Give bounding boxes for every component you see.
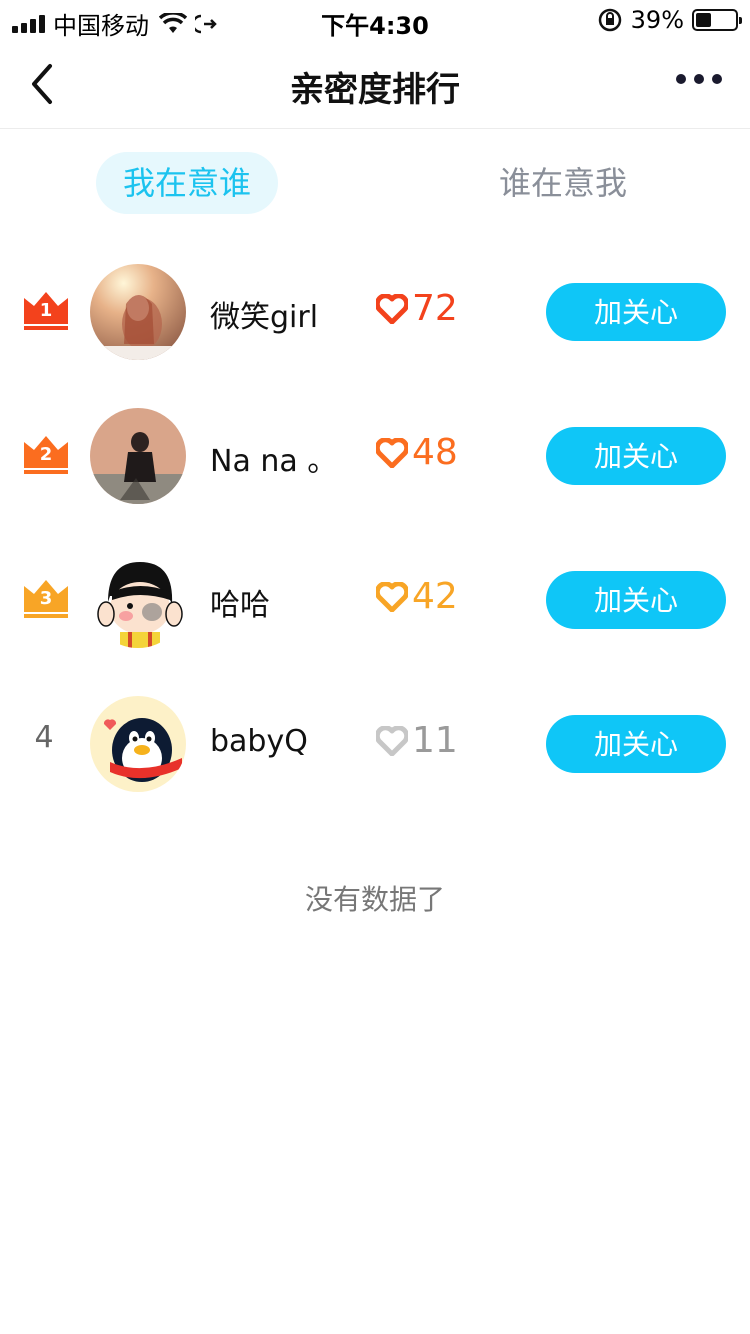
user-name: babyQ [210,724,308,759]
heart-icon [376,725,408,756]
nav-bar: 亲密度排行 [0,40,750,129]
page-title: 亲密度排行 [290,70,460,110]
user-name: 微笑girl [210,300,319,335]
list-item[interactable]: 2 Na na 。 48 加关心 [0,384,750,528]
score-value: 42 [412,576,458,617]
rank-number: 4 [34,720,54,755]
rank-crown-icon: 1 [24,292,68,330]
tab-who-cares-about-me[interactable]: 谁在意我 [470,152,656,214]
battery-icon [692,9,742,31]
score-value: 11 [412,720,458,761]
score-value: 72 [412,288,458,329]
intimacy-score: 48 [376,432,458,473]
tab-i-care-about[interactable]: 我在意谁 [96,152,278,214]
heart-icon [376,293,408,324]
rank-number: 1 [39,300,53,321]
rank-number: 3 [39,588,53,609]
ranking-list: 1 微笑girl 72 加关心 2 Na na 。 48 加关心 3 哈哈 42… [0,240,750,816]
user-name: 哈哈 [210,588,270,623]
intimacy-score: 11 [376,720,458,761]
user-name: Na na 。 [210,444,338,479]
no-more-data-text: 没有数据了 [304,883,445,916]
intimacy-score: 42 [376,576,458,617]
rank-number: 2 [39,444,53,465]
heart-icon [376,437,408,468]
segment-tabs: 我在意谁 谁在意我 [0,150,750,216]
add-care-button[interactable]: 加关心 [546,427,726,485]
status-right: 39% [597,6,742,34]
list-item[interactable]: 4 babyQ 11 加关心 [0,672,750,816]
more-button[interactable] [676,74,722,84]
add-care-button[interactable]: 加关心 [546,571,726,629]
screen: 中国移动 下午4:30 39% 亲密度排行 我在意谁 谁在意我 1 微笑girl… [0,0,750,1334]
add-care-button[interactable]: 加关心 [546,715,726,773]
avatar[interactable] [90,696,186,792]
more-dots-icon [676,74,686,84]
battery-percent: 39% [630,6,684,34]
list-item[interactable]: 1 微笑girl 72 加关心 [0,240,750,384]
intimacy-score: 72 [376,288,458,329]
rank-crown-icon: 2 [24,436,68,474]
heart-icon [376,581,408,612]
add-care-button[interactable]: 加关心 [546,283,726,341]
status-bar: 中国移动 下午4:30 39% [0,0,750,40]
score-value: 48 [412,432,458,473]
battery-fill [696,13,711,27]
avatar[interactable] [90,264,186,360]
avatar[interactable] [90,552,186,648]
list-item[interactable]: 3 哈哈 42 加关心 [0,528,750,672]
avatar[interactable] [90,408,186,504]
rank-crown-icon: 3 [24,580,68,618]
rotation-lock-icon [598,8,621,32]
